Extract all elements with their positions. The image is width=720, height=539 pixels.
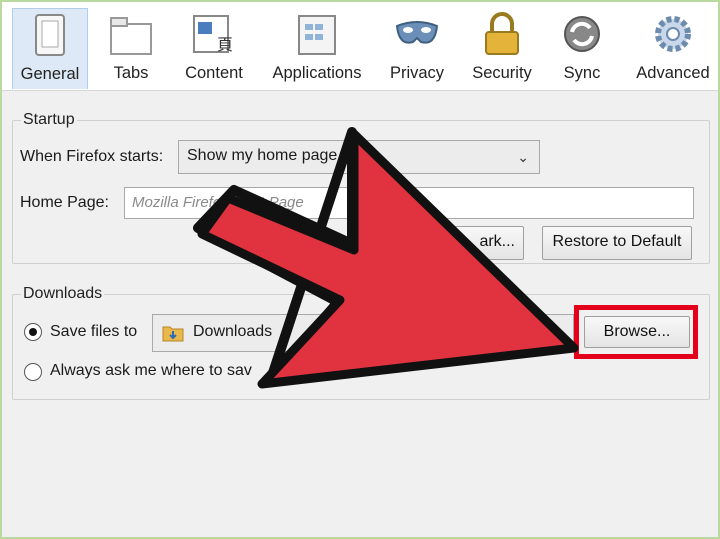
- red-pointer-arrow: [193, 127, 579, 389]
- preferences-window: General Tabs 頁 Content Applications Priv…: [0, 0, 720, 539]
